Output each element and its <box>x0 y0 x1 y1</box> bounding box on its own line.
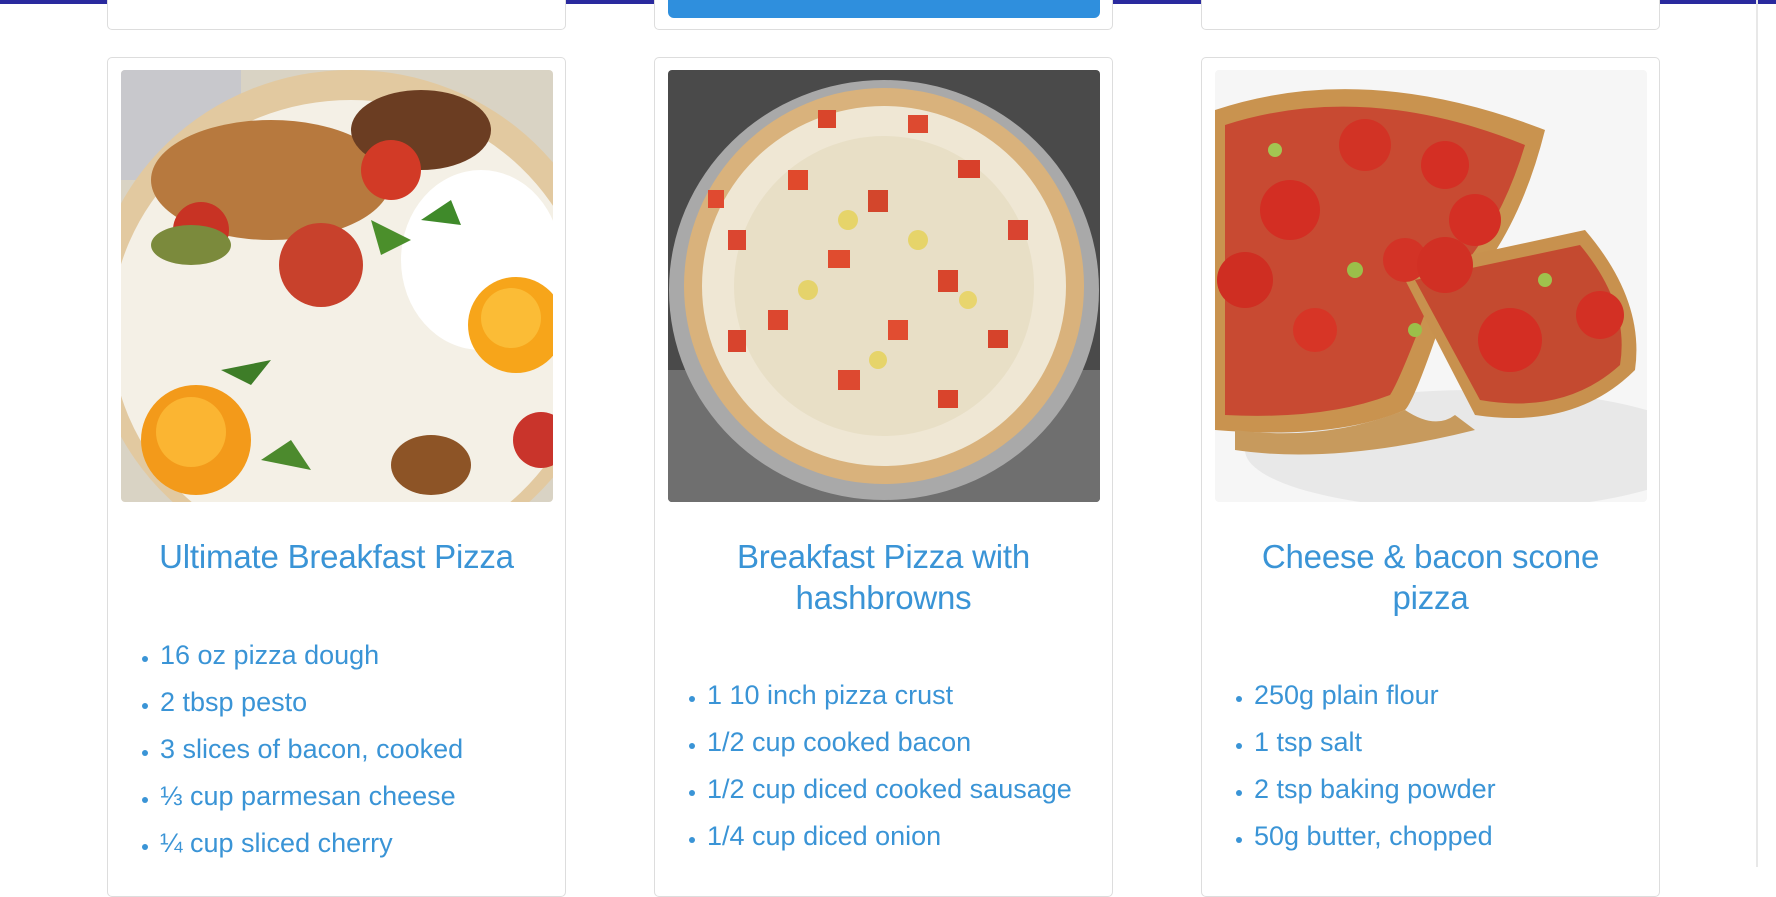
previous-card-bottom <box>107 0 566 30</box>
recipe-title[interactable]: Breakfast Pizza with hashbrowns <box>675 536 1092 618</box>
ingredient-list: 16 oz pizza dough 2 tbsp pesto 3 slices … <box>124 638 545 873</box>
recipe-photo-breakfast-pizza-hashbrowns[interactable] <box>668 70 1100 502</box>
recipe-photo-ultimate-breakfast-pizza[interactable] <box>121 70 553 502</box>
ingredient-item: 1/2 cup cooked bacon <box>707 725 1092 760</box>
ingredient-item: 2 tsp baking powder <box>1254 772 1639 807</box>
ingredient-item: ⅓ cup parmesan cheese <box>160 779 545 814</box>
ingredient-list: 250g plain flour 1 tsp salt 2 tsp baking… <box>1218 678 1639 866</box>
ingredient-item: 16 oz pizza dough <box>160 638 545 673</box>
page-edge-line <box>1756 0 1758 867</box>
recipe-title[interactable]: Ultimate Breakfast Pizza <box>128 536 545 577</box>
ingredient-item: 1 10 inch pizza crust <box>707 678 1092 713</box>
recipe-card[interactable]: Ultimate Breakfast Pizza 16 oz pizza dou… <box>107 57 566 897</box>
ingredient-item: 1/4 cup diced onion <box>707 819 1092 854</box>
previous-card-bottom <box>1201 0 1660 30</box>
ingredient-item: 3 slices of bacon, cooked <box>160 732 545 767</box>
ingredient-item: 2 tbsp pesto <box>160 685 545 720</box>
ingredient-item: ¼ cup sliced cherry <box>160 826 545 861</box>
ingredient-item: 1/2 cup diced cooked sausage <box>707 772 1092 807</box>
recipe-card[interactable]: Cheese & bacon scone pizza 250g plain fl… <box>1201 57 1660 897</box>
recipe-title[interactable]: Cheese & bacon scone pizza <box>1222 536 1639 618</box>
ingredient-item: 1 tsp salt <box>1254 725 1639 760</box>
ingredient-list: 1 10 inch pizza crust 1/2 cup cooked bac… <box>671 678 1092 866</box>
ingredient-item: 250g plain flour <box>1254 678 1639 713</box>
recipe-card[interactable]: Breakfast Pizza with hashbrowns 1 10 inc… <box>654 57 1113 897</box>
previous-card-button[interactable] <box>668 0 1100 18</box>
recipe-photo-cheese-bacon-scone-pizza[interactable] <box>1215 70 1647 502</box>
ingredient-item: 50g butter, chopped <box>1254 819 1639 854</box>
